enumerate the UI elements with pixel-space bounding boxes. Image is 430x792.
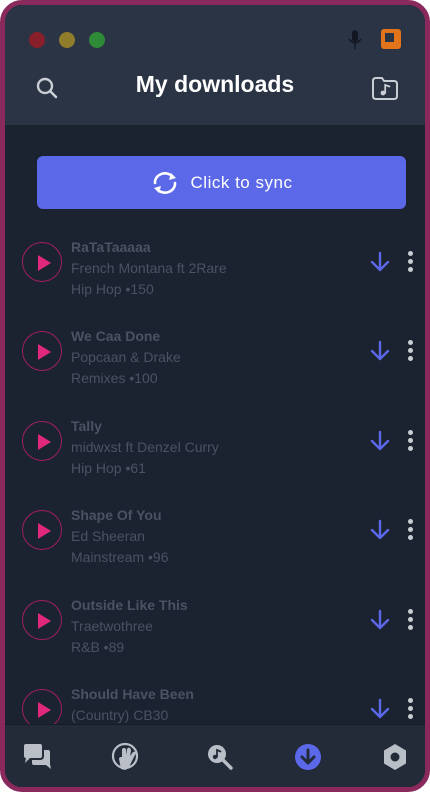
download-arrow-icon[interactable] xyxy=(369,698,391,720)
track-title: Outside Like This xyxy=(71,597,188,613)
more-options-icon[interactable] xyxy=(405,609,415,633)
more-options-icon[interactable] xyxy=(405,430,415,454)
play-icon[interactable] xyxy=(22,689,62,724)
track-meta: Hip Hop •150 xyxy=(71,281,154,297)
track-artist: Traetwothree xyxy=(71,618,153,634)
track-row[interactable]: Outside Like This Traetwothree R&B •89 xyxy=(5,585,425,674)
track-meta: Remixes •100 xyxy=(71,370,158,386)
track-row[interactable]: Tally midwxst ft Denzel Curry Hip Hop •6… xyxy=(5,406,425,495)
more-options-icon[interactable] xyxy=(405,698,415,722)
track-title: Tally xyxy=(71,418,102,434)
chat-icon[interactable] xyxy=(21,741,53,773)
play-icon[interactable] xyxy=(22,242,62,282)
more-options-icon[interactable] xyxy=(405,340,415,364)
download-arrow-icon[interactable] xyxy=(369,609,391,631)
downloads-list: RaTaTaaaaa French Montana ft 2Rare Hip H… xyxy=(5,227,425,724)
microphone-icon xyxy=(348,30,362,49)
header: My downloads xyxy=(5,5,425,125)
download-arrow-icon[interactable] xyxy=(369,340,391,362)
play-icon[interactable] xyxy=(22,421,62,461)
track-title: We Caa Done xyxy=(71,328,161,344)
track-artist: Popcaan & Drake xyxy=(71,349,181,365)
wave-hand-icon[interactable] xyxy=(110,741,142,773)
sync-button[interactable]: Click to sync xyxy=(37,156,406,209)
app-badge-icon xyxy=(381,29,401,49)
settings-icon[interactable] xyxy=(379,741,411,773)
track-artist: midwxst ft Denzel Curry xyxy=(71,439,219,455)
close-window-dot[interactable] xyxy=(29,32,45,48)
track-row[interactable]: Should Have Been (Country) CB30 xyxy=(5,674,425,724)
maximize-window-dot[interactable] xyxy=(89,32,105,48)
track-row[interactable]: Shape Of You Ed Sheeran Mainstream •96 xyxy=(5,495,425,584)
bottom-nav xyxy=(5,724,425,787)
download-arrow-icon[interactable] xyxy=(369,251,391,273)
play-icon[interactable] xyxy=(22,600,62,640)
track-row[interactable]: RaTaTaaaaa French Montana ft 2Rare Hip H… xyxy=(5,227,425,316)
track-meta: Mainstream •96 xyxy=(71,549,169,565)
page-title: My downloads xyxy=(135,71,295,97)
track-meta: R&B •89 xyxy=(71,639,125,655)
track-artist: French Montana ft 2Rare xyxy=(71,260,227,276)
track-artist: (Country) CB30 xyxy=(71,707,169,723)
track-row[interactable]: We Caa Done Popcaan & Drake Remixes •100 xyxy=(5,316,425,405)
play-icon[interactable] xyxy=(22,331,62,371)
download-arrow-icon[interactable] xyxy=(369,430,391,452)
track-meta: Hip Hop •61 xyxy=(71,460,146,476)
sync-label: Click to sync xyxy=(190,172,293,192)
download-arrow-icon[interactable] xyxy=(369,519,391,541)
music-search-icon[interactable] xyxy=(204,741,236,773)
play-icon[interactable] xyxy=(22,510,62,550)
app-window: My downloads Click to sync RaTaTaaaaa Fr… xyxy=(0,0,430,792)
sync-icon xyxy=(153,171,176,194)
music-folder-icon[interactable] xyxy=(370,73,400,103)
more-options-icon[interactable] xyxy=(405,519,415,543)
track-title: Shape Of You xyxy=(71,507,162,523)
track-artist: Ed Sheeran xyxy=(71,528,145,544)
downloads-tab-icon[interactable] xyxy=(292,741,324,773)
minimize-window-dot[interactable] xyxy=(59,32,75,48)
track-title: RaTaTaaaaa xyxy=(71,239,151,255)
more-options-icon[interactable] xyxy=(405,251,415,275)
track-title: Should Have Been xyxy=(71,686,194,702)
